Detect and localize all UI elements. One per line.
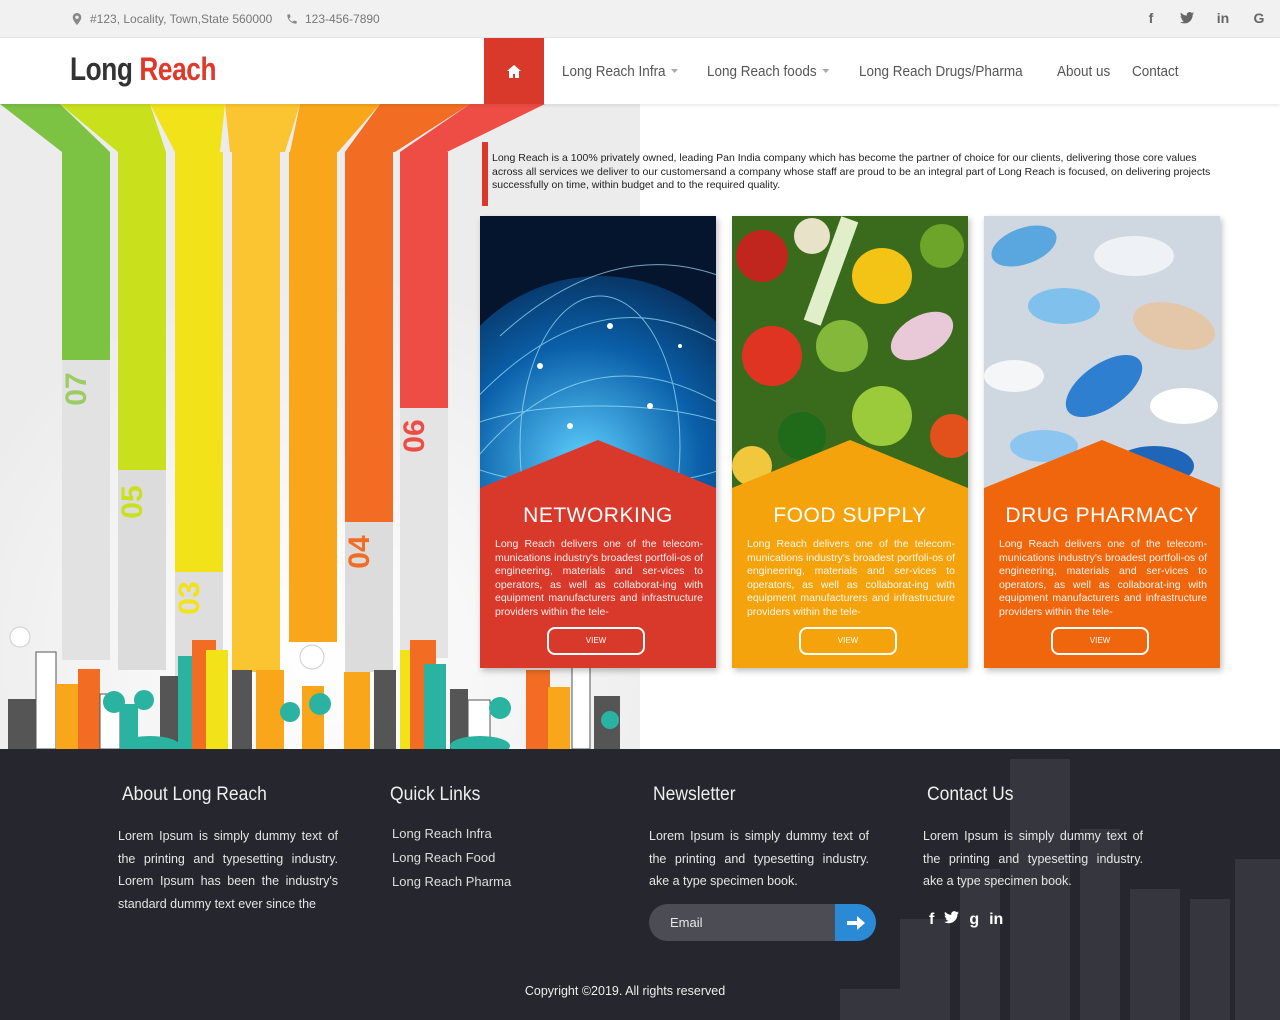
nav-item-about[interactable]: About us [1057,63,1110,80]
caret-down-icon [670,69,679,73]
card-peak-shape [480,440,716,500]
site-header: Long Reach Long Reach Infra Long Reach f… [0,38,1280,104]
top-social-links: f in G [1144,9,1266,27]
facebook-icon[interactable]: f [1144,9,1158,27]
home-icon [507,64,521,78]
phone-icon [287,14,297,24]
nav-item-infra[interactable]: Long Reach Infra [562,62,679,80]
arrow-right-icon [846,915,865,930]
svg-text:06: 06 [398,419,431,452]
logo-text-reach: Reach [139,51,217,87]
subscribe-button[interactable] [835,904,876,941]
quick-link-food[interactable]: Long Reach Food [392,850,586,865]
logo-text-long: Long [70,51,140,87]
card-peak-shape [732,440,968,500]
top-info-bar: #123, Locality, Town,State 560000 123-45… [0,0,1280,38]
card-description: Long Reach delivers one of the telecom-m… [999,538,1207,618]
linkedin-icon[interactable]: in [1216,9,1230,27]
footer-quick-links: Quick Links Long Reach Infra Long Reach … [386,784,586,898]
nav-item-label: Long Reach foods [707,62,817,80]
site-footer: About Long Reach Lorem Ipsum is simply d… [0,749,1280,1020]
footer-newsletter-text: Lorem Ipsum is simply dummy text of the … [649,829,869,889]
view-button[interactable]: VIEW [547,627,645,655]
caret-down-icon [822,69,830,73]
service-card-drug-pharmacy[interactable]: DRUG PHARMACY Long Reach delivers one of… [984,216,1220,668]
nav-item-label: About us [1056,62,1110,80]
copyright-text: Copyright ©2019. All rights reserved [524,984,726,998]
card-title: FOOD SUPPLY [773,504,927,527]
nav-item-label: Contact [1131,62,1179,80]
view-button[interactable]: VIEW [799,627,897,655]
google-plus-icon[interactable]: g [969,911,979,929]
facebook-icon[interactable]: f [929,911,934,929]
address-text: #123, Locality, Town,State 560000 [90,12,273,26]
footer-about-text: Lorem Ipsum is simply dummy text of the … [118,829,338,912]
quick-link-pharma[interactable]: Long Reach Pharma [392,874,586,889]
nav-item-label: Long Reach Infra [562,62,666,80]
footer-about-title: About Long Reach [122,784,267,805]
footer-contact-text: Lorem Ipsum is simply dummy text of the … [923,829,1143,889]
quick-link-infra[interactable]: Long Reach Infra [392,826,586,841]
card-title: NETWORKING [523,504,673,527]
footer-quick-links-title: Quick Links [390,784,481,805]
email-input[interactable] [649,904,835,941]
phone-text: 123-456-7890 [305,12,380,26]
hero-section: 07 05 03 04 06 Long Reach is a 100% priv… [0,104,1280,749]
linkedin-icon[interactable]: in [989,911,1003,929]
address-info: #123, Locality, Town,State 560000 [72,12,272,26]
nav-item-contact[interactable]: Contact [1132,63,1179,80]
service-card-food-supply[interactable]: FOOD SUPPLY Long Reach delivers one of t… [732,216,968,668]
card-description: Long Reach delivers one of the telecom-m… [495,538,703,618]
footer-contact-title: Contact Us [927,784,1014,805]
view-button[interactable]: VIEW [1051,627,1149,655]
footer-contact: Contact Us Lorem Ipsum is simply dummy t… [923,784,1143,893]
location-pin-icon [72,13,82,25]
phone-info: 123-456-7890 [287,12,380,26]
footer-about: About Long Reach Lorem Ipsum is simply d… [118,784,338,916]
svg-text:07: 07 [60,372,93,405]
footer-social-links: f g in [929,911,1003,929]
service-card-networking[interactable]: NETWORKING Long Reach delivers one of th… [480,216,716,668]
nav-item-label: Long Reach Drugs/Pharma [858,62,1023,80]
google-icon[interactable]: G [1252,9,1266,27]
footer-newsletter: Newsletter Lorem Ipsum is simply dummy t… [649,784,869,893]
svg-text:04: 04 [343,535,376,569]
card-title: DRUG PHARMACY [1005,504,1199,527]
intro-text: Long Reach is a 100% privately owned, le… [482,142,1222,206]
main-nav: Long Reach Infra Long Reach foods Long R… [562,38,1200,104]
twitter-icon[interactable] [1180,9,1194,27]
nav-item-foods[interactable]: Long Reach foods [707,62,830,80]
nav-item-pharma[interactable]: Long Reach Drugs/Pharma [859,63,1023,80]
card-description: Long Reach delivers one of the telecom-m… [747,538,955,618]
home-button[interactable] [484,38,544,104]
site-logo[interactable]: Long Reach [70,51,216,88]
newsletter-form [649,904,876,941]
card-peak-shape [984,440,1220,500]
svg-text:03: 03 [173,581,206,614]
twitter-icon[interactable] [944,911,960,929]
footer-newsletter-title: Newsletter [653,784,736,805]
svg-text:05: 05 [116,485,149,518]
